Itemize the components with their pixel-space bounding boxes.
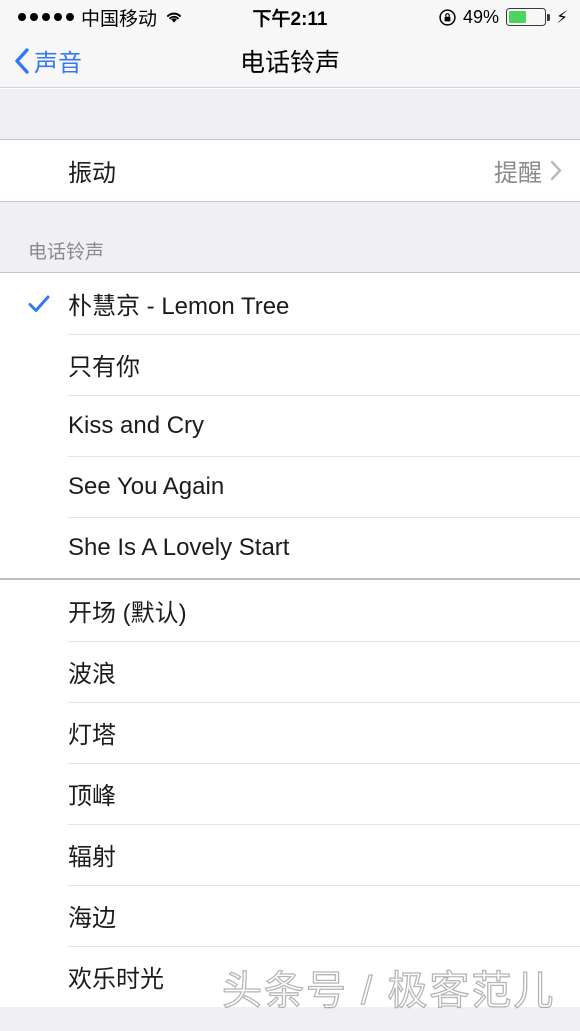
top-spacer — [0, 89, 580, 139]
status-bar-right: 49% ⚡ — [439, 0, 568, 34]
row-ringtone[interactable]: 顶峰 — [0, 763, 580, 824]
ringtone-label: See You Again — [68, 472, 225, 500]
row-ringtone[interactable]: 开场 (默认) — [0, 580, 580, 641]
builtin-ringtones-group: 开场 (默认) 波浪灯塔顶峰辐射海边欢乐时光 — [0, 578, 580, 1007]
ringtone-label: 欢乐时光 — [68, 966, 164, 993]
custom-ringtones-group: 朴慧京 - Lemon Tree 只有你 Kiss and Cry See You A… — [0, 272, 580, 578]
ringtone-label: 只有你 — [68, 354, 140, 381]
row-ringtone[interactable]: 灯塔 — [0, 702, 580, 763]
ringtone-label: 辐射 — [68, 844, 116, 871]
vibration-group: 振动 提醒 — [0, 139, 580, 202]
battery-percentage: 49% — [463, 6, 500, 27]
page-title: 电话铃声 — [0, 34, 580, 87]
row-ringtone[interactable]: 欢乐时光 — [0, 946, 580, 1007]
ringtone-label: 海边 — [68, 905, 116, 932]
row-ringtone[interactable]: 只有你 — [0, 334, 580, 395]
ringtone-label: 开场 (默认) — [68, 600, 187, 627]
row-ringtone[interactable]: 波浪 — [0, 641, 580, 702]
battery-fill — [508, 10, 527, 24]
phone-screen: 中国移动 下午2:11 49% ⚡ 声音 电话铃声 振动 提醒 电话铃声 朴慧京… — [0, 0, 580, 1031]
settings-list: 振动 提醒 电话铃声 朴慧京 - Lemon Tree 只有你 Kiss and C… — [0, 89, 580, 1031]
row-ringtone[interactable]: Kiss and Cry — [0, 395, 580, 456]
navigation-bar: 声音 电话铃声 — [0, 34, 580, 88]
row-vibration[interactable]: 振动 提醒 — [0, 140, 580, 201]
page-title-text: 电话铃声 — [239, 48, 340, 77]
row-ringtone[interactable]: 海边 — [0, 885, 580, 946]
ringtone-label: 顶峰 — [68, 783, 116, 810]
ringtone-label: 波浪 — [68, 661, 116, 688]
ringtone-label: She Is A Lovely Start — [68, 533, 290, 561]
chevron-right-icon — [550, 160, 562, 181]
row-ringtone[interactable]: She Is A Lovely Start — [0, 517, 580, 578]
rotation-lock-icon — [439, 8, 456, 26]
vibration-value: 提醒 — [494, 160, 542, 187]
checkmark-icon — [28, 293, 50, 315]
charging-bolt-icon: ⚡ — [556, 7, 568, 27]
ringtone-label: Kiss and Cry — [68, 411, 205, 439]
vibration-label: 振动 — [68, 160, 116, 187]
row-ringtone[interactable]: See You Again — [0, 456, 580, 517]
ringtone-label: 灯塔 — [68, 722, 116, 749]
clock-time: 下午2:11 — [252, 8, 328, 30]
row-ringtone[interactable]: 辐射 — [0, 824, 580, 885]
ringtones-section-header-text: 电话铃声 — [28, 242, 105, 263]
ringtones-section-header: 电话铃声 — [0, 202, 580, 272]
battery-icon — [506, 8, 550, 26]
status-bar: 中国移动 下午2:11 49% ⚡ — [0, 0, 580, 34]
row-ringtone[interactable]: 朴慧京 - Lemon Tree — [0, 273, 580, 334]
